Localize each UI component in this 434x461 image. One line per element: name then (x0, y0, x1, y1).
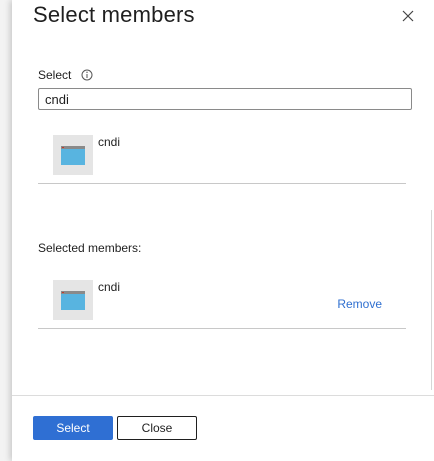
panel-title: Select members (33, 2, 195, 27)
footer-divider (12, 395, 434, 396)
search-result-name: cndi (98, 135, 121, 149)
select-button[interactable]: Select (33, 416, 113, 440)
close-button[interactable]: Close (117, 416, 197, 440)
select-field-label: Select (38, 68, 72, 82)
close-icon[interactable] (400, 8, 416, 24)
selected-member-name: cndi (98, 280, 121, 294)
app-icon (53, 280, 93, 320)
panel-edge-divider (431, 210, 432, 390)
app-icon (53, 135, 93, 175)
info-icon[interactable] (81, 69, 93, 81)
selected-members-label: Selected members: (38, 241, 142, 255)
selected-member-item: cndi Remove (38, 262, 406, 329)
select-field-label-row: Select (38, 68, 93, 82)
search-result-item[interactable]: cndi (38, 117, 406, 184)
select-members-panel: Select members Select cndi Selected memb… (12, 0, 434, 461)
remove-member-link[interactable]: Remove (337, 297, 382, 311)
search-input[interactable] (38, 88, 412, 110)
